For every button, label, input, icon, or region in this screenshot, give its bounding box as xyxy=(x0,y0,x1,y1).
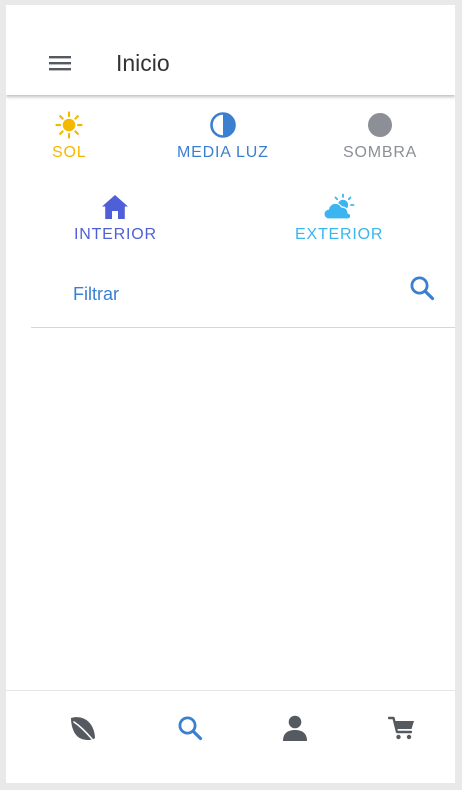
bottom-navigation xyxy=(6,690,455,783)
menu-button[interactable] xyxy=(46,49,74,77)
option-sol[interactable]: SOL xyxy=(52,111,86,163)
page-title: Inicio xyxy=(116,50,170,76)
nav-profile[interactable] xyxy=(278,711,312,745)
search-icon xyxy=(410,276,435,301)
option-media-luz[interactable]: MEDIA LUZ xyxy=(177,111,269,163)
user-icon xyxy=(283,715,307,741)
option-media-luz-label: MEDIA LUZ xyxy=(177,144,269,161)
filter-bar xyxy=(31,267,455,328)
option-interior[interactable]: INTERIOR xyxy=(74,193,157,245)
location-filter-row: INTERIOR EXTERIOR xyxy=(6,193,455,253)
light-filter-row: SOL MEDIA LUZ SOMBRA xyxy=(6,111,455,171)
hamburger-menu-icon xyxy=(49,56,71,71)
cloud-sun-icon xyxy=(323,193,355,220)
app-bar: Inicio xyxy=(6,5,455,95)
circle-icon xyxy=(368,113,393,137)
option-exterior-label: EXTERIOR xyxy=(295,226,384,243)
option-exterior[interactable]: EXTERIOR xyxy=(295,193,383,245)
option-sombra[interactable]: SOMBRA xyxy=(343,111,417,163)
app-frame: Inicio SOL MEDIA LUZ SOMBRA INTERIOR EXT… xyxy=(6,5,455,783)
nav-cart[interactable] xyxy=(385,711,419,745)
sun-icon xyxy=(55,111,83,139)
option-sol-label: SOL xyxy=(52,144,87,161)
leaf-icon xyxy=(71,717,95,741)
nav-plants[interactable] xyxy=(66,711,100,745)
option-sombra-label: SOMBRA xyxy=(343,144,418,161)
filter-search-button[interactable] xyxy=(409,275,437,303)
filter-input[interactable] xyxy=(71,281,375,307)
search-icon xyxy=(178,716,203,741)
cart-icon xyxy=(388,716,414,740)
house-icon xyxy=(102,195,129,219)
half-circle-icon xyxy=(210,112,236,138)
nav-search[interactable] xyxy=(173,711,207,745)
option-interior-label: INTERIOR xyxy=(74,226,157,243)
